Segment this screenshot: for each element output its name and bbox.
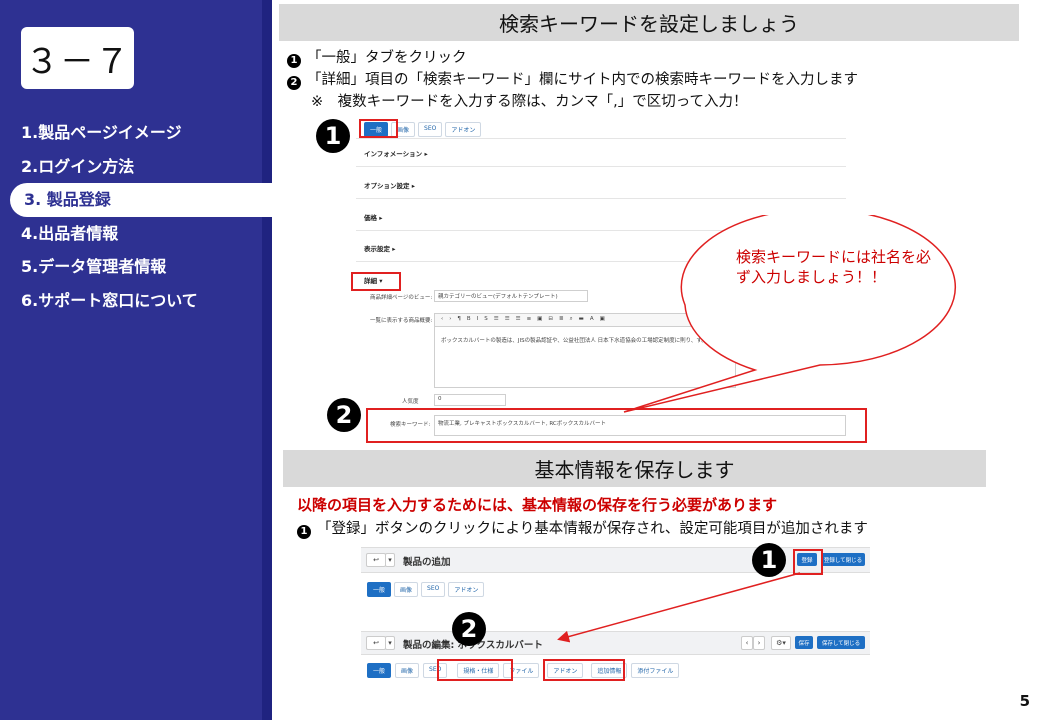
tab-general-top[interactable]: 一般: [367, 582, 392, 597]
summary-label: 一覧に表示する商品概要:: [370, 318, 433, 324]
nav-item-exhibitor-info[interactable]: 4.出品者情報: [0, 217, 272, 251]
tab-images-bottom[interactable]: 画像: [395, 663, 420, 678]
section2-title: 基本情報を保存します: [283, 450, 986, 487]
section-information[interactable]: インフォメーション ▸: [364, 148, 428, 158]
highlight-new-tabs-2: [543, 659, 625, 681]
sidebar-nav: 1.製品ページイメージ 2.ログイン方法 3. 製品登録 4.出品者情報 5.デ…: [0, 116, 272, 317]
popularity-input[interactable]: 0: [434, 394, 506, 406]
callout-number-2-icon: 2: [327, 398, 361, 432]
section1-step1: 1 「一般」タブをクリック: [287, 46, 467, 68]
nav-item-product-registration[interactable]: 3. 製品登録: [10, 183, 272, 217]
tab-attachment-bottom[interactable]: 添付ファイル: [631, 663, 680, 678]
section-options[interactable]: オプション設定 ▸: [364, 180, 415, 190]
bullet-1b-icon: 1: [297, 524, 311, 539]
screenshot2-tabs-bottom: 一般 画像 SEO 規格・仕様 ファイル アドオン 追加情報 添付ファイル: [367, 663, 680, 678]
nav-item-product-page[interactable]: 1.製品ページイメージ: [0, 116, 272, 150]
speech-bubble: [623, 215, 957, 413]
save-close-button[interactable]: 保存して閉じる: [817, 636, 865, 649]
bullet-1-icon: 1: [287, 53, 301, 68]
nav-item-data-admin[interactable]: 5.データ管理者情報: [0, 250, 272, 284]
tab-addon[interactable]: アドオン: [445, 122, 482, 137]
page-number: 5: [1019, 692, 1030, 710]
callout-number-2b-icon: 2: [452, 612, 486, 646]
view-label: 商品詳細ページのビュー:: [370, 295, 433, 301]
sidebar-stripe: [262, 0, 272, 720]
sidebar: [0, 0, 262, 720]
section-price[interactable]: 価格 ▸: [364, 212, 383, 222]
section-display[interactable]: 表示設定 ▸: [364, 243, 396, 253]
section1-note: ※ 複数キーワードを入力する際は、カンマ「,」で区切って入力！: [311, 94, 748, 110]
section2-warning: 以降の項目を入力するためには、基本情報の保存を行う必要があります: [297, 496, 778, 514]
section1-step2: 2 「詳細」項目の「検索キーワード」欄にサイト内での検索時キーワードを入力します: [287, 68, 858, 90]
highlight-general-tab: [359, 119, 398, 138]
tab-seo[interactable]: SEO: [418, 122, 443, 137]
red-arrow: [557, 572, 801, 643]
screenshot2-tabs-top: 一般 画像 SEO アドオン: [367, 582, 485, 597]
bullet-2-icon: 2: [287, 75, 301, 90]
chevron-down-icon-2[interactable]: ▾: [385, 636, 395, 650]
nav-item-login[interactable]: 2.ログイン方法: [0, 150, 272, 184]
register-close-button[interactable]: 登録して閉じる: [821, 553, 865, 566]
popularity-label: 人気度: [402, 399, 419, 405]
tab-seo-top[interactable]: SEO: [421, 582, 446, 597]
slide-number: ３－７: [25, 41, 130, 82]
tab-addon-top[interactable]: アドオン: [448, 582, 485, 597]
slide-number-box: ３－７: [21, 27, 134, 89]
section2-step1: 1 「登録」ボタンのクリックにより基本情報が保存され、設定可能項目が追加されます: [297, 517, 868, 539]
nav-item-support[interactable]: 6.サポート窓口について: [0, 284, 272, 318]
callout-text: 検索キーワードには社名を必ず入力しましょう！！: [736, 248, 932, 286]
section1-title: 検索キーワードを設定しましょう: [279, 4, 1019, 41]
tab-general-bottom[interactable]: 一般: [367, 663, 392, 678]
back-arrow-icon-2[interactable]: ↩: [366, 636, 386, 650]
back-arrow-icon[interactable]: ↩: [366, 553, 386, 567]
add-product-title: 製品の追加: [403, 557, 451, 568]
chevron-down-icon[interactable]: ▾: [385, 553, 395, 567]
tab-images-top[interactable]: 画像: [394, 582, 419, 597]
highlight-new-tabs-1: [437, 659, 513, 681]
callout-number-1-icon: 1: [316, 119, 350, 153]
highlight-details: [351, 272, 401, 291]
view-select[interactable]: 親カテゴリーのビュー(デフォルトテンプレート): [434, 290, 588, 302]
